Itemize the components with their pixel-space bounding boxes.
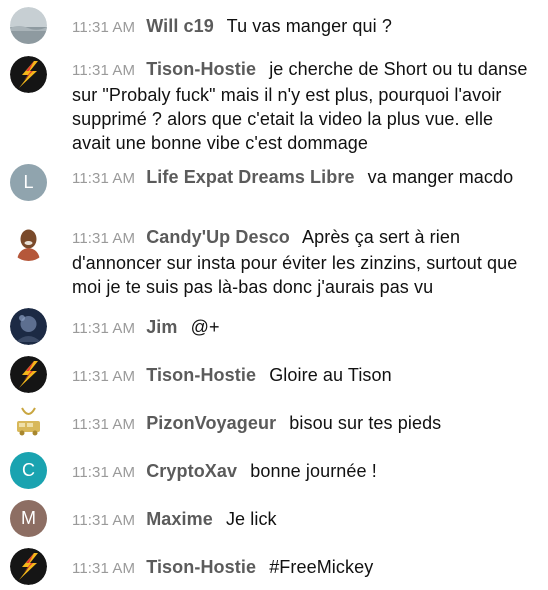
message-username[interactable]: Jim bbox=[146, 317, 177, 337]
message-username[interactable]: Tison-Hostie bbox=[146, 59, 256, 79]
sea-photo-icon bbox=[10, 7, 47, 44]
flame-logo-icon bbox=[10, 356, 47, 393]
message-username[interactable]: PizonVoyageur bbox=[146, 413, 276, 433]
message-time: 11:31 AM bbox=[72, 416, 136, 433]
message-time: 11:31 AM bbox=[72, 19, 136, 36]
message-username[interactable]: Tison-Hostie bbox=[146, 557, 256, 577]
avatar[interactable] bbox=[10, 356, 47, 393]
message-time: 11:31 AM bbox=[72, 464, 136, 481]
message-text: je cherche de Short ou tu danse sur "Pro… bbox=[72, 59, 528, 153]
message-time: 11:31 AM bbox=[72, 512, 136, 529]
avatar[interactable] bbox=[10, 7, 47, 44]
person-photo-icon bbox=[10, 224, 47, 261]
avatar[interactable]: M bbox=[10, 500, 47, 537]
flame-logo-icon bbox=[10, 56, 47, 93]
message-text: Tu vas manger qui ? bbox=[226, 16, 392, 36]
message-text: Je lick bbox=[225, 509, 277, 529]
avatar-letter: L bbox=[23, 172, 34, 192]
message-text: va manger macdo bbox=[367, 167, 514, 187]
message-text: Après ça sert à rien d'annoncer sur inst… bbox=[72, 227, 518, 297]
avatar-letter: M bbox=[21, 508, 36, 528]
gold-chain-icon bbox=[10, 404, 47, 441]
message-text: #FreeMickey bbox=[269, 557, 374, 577]
message-username[interactable]: Candy'Up Desco bbox=[146, 227, 290, 247]
message-time: 11:31 AM bbox=[72, 368, 136, 385]
message-username[interactable]: Life Expat Dreams Libre bbox=[146, 167, 354, 187]
message-text: bonne journée ! bbox=[250, 461, 377, 481]
avatar[interactable]: L bbox=[10, 164, 47, 201]
message-time: 11:31 AM bbox=[72, 62, 136, 79]
message-username[interactable]: Maxime bbox=[146, 509, 213, 529]
chat-log: 11:31 AM Will c19 Tu vas manger qui ? 11… bbox=[0, 0, 548, 590]
avatar[interactable] bbox=[10, 56, 47, 93]
avatar[interactable] bbox=[10, 404, 47, 441]
avatar-letter: C bbox=[22, 460, 35, 480]
message-text: @+ bbox=[190, 317, 220, 337]
message-username[interactable]: Will c19 bbox=[146, 16, 214, 36]
message-text: Gloire au Tison bbox=[269, 365, 392, 385]
message-time: 11:31 AM bbox=[72, 230, 136, 247]
message-time: 11:31 AM bbox=[72, 320, 136, 337]
avatar[interactable] bbox=[10, 224, 47, 261]
message-text: bisou sur tes pieds bbox=[289, 413, 442, 433]
message-time: 11:31 AM bbox=[72, 560, 136, 577]
avatar[interactable]: C bbox=[10, 452, 47, 489]
message-time: 11:31 AM bbox=[72, 170, 136, 187]
avatar[interactable] bbox=[10, 548, 47, 585]
message-username[interactable]: CryptoXav bbox=[146, 461, 237, 481]
flame-logo-icon bbox=[10, 548, 47, 585]
message-username[interactable]: Tison-Hostie bbox=[146, 365, 256, 385]
avatar[interactable] bbox=[10, 308, 47, 345]
dark-portrait-icon bbox=[10, 308, 47, 345]
